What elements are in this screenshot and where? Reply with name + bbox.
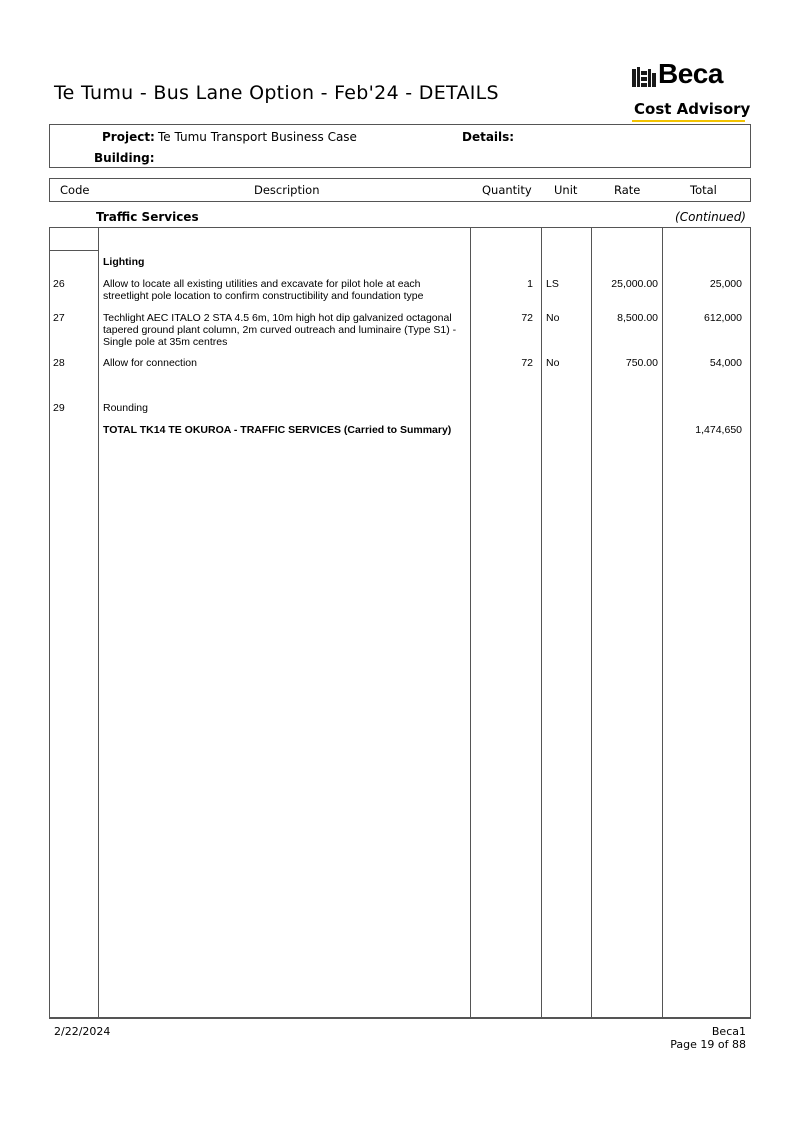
row-28-total: 54,000 — [709, 357, 742, 369]
row-28-rate: 750.00 — [625, 357, 658, 369]
header-code: Code — [60, 183, 90, 197]
logo-wordmark: Beca — [658, 58, 723, 89]
row-27-code: 27 — [53, 312, 65, 324]
total-row-description: TOTAL TK14 TE OKUROA - TRAFFIC SERVICES … — [103, 424, 452, 436]
total-row-total: 1,474,650 — [695, 424, 742, 436]
row-27-description: Techlight AEC ITALO 2 STA 4.5 6m, 10m hi… — [103, 312, 457, 348]
row-27-quantity: 72 — [521, 312, 533, 324]
column-divider-description — [470, 227, 471, 1019]
row-29-code: 29 — [53, 402, 65, 414]
row-28-unit: No — [546, 357, 560, 369]
section-heading: Traffic Services — [96, 210, 199, 224]
row-26-quantity: 1 — [527, 278, 533, 290]
header-total: Total — [690, 183, 717, 197]
footer-page-number: Page 19 of 88 — [670, 1038, 746, 1051]
row-28-quantity: 72 — [521, 357, 533, 369]
column-divider-rate — [662, 227, 663, 1019]
logo-subtitle: Cost Advisory — [634, 100, 751, 118]
footer-date: 2/22/2024 — [54, 1025, 111, 1038]
row-27-rate: 8,500.00 — [617, 312, 658, 324]
project-label: Project: — [102, 130, 155, 144]
row-29-description: Rounding — [103, 402, 148, 414]
page-title: Te Tumu - Bus Lane Option - Feb'24 - DET… — [54, 82, 499, 104]
row-28-description: Allow for connection — [103, 357, 197, 369]
row-26-code: 26 — [53, 278, 65, 290]
row-27-unit: No — [546, 312, 560, 324]
row-26-rate: 25,000.00 — [611, 278, 658, 290]
subheading-lighting: Lighting — [103, 256, 145, 268]
row-26-unit: LS — [546, 278, 559, 290]
continued-label: (Continued) — [675, 210, 746, 224]
column-divider-code — [98, 227, 99, 1019]
header-rate: Rate — [614, 183, 641, 197]
project-value: Te Tumu Transport Business Case — [158, 130, 357, 144]
row-27-total: 612,000 — [704, 312, 742, 324]
row-28-code: 28 — [53, 357, 65, 369]
logo-accent-line — [632, 120, 745, 122]
beca-logo: Beca Cost Advisory — [632, 58, 751, 122]
row-26-description: Allow to locate all existing utilities a… — [103, 278, 424, 302]
header-quantity: Quantity — [482, 183, 532, 197]
column-divider-quantity — [541, 227, 542, 1019]
row-separator — [49, 250, 99, 251]
table-bottom-rule — [49, 1017, 751, 1018]
header-unit: Unit — [554, 183, 578, 197]
table-header-box — [49, 178, 751, 202]
footer-company: Beca1 — [711, 1025, 746, 1038]
details-label: Details: — [462, 130, 515, 144]
header-description: Description — [254, 183, 320, 197]
row-26-total: 25,000 — [709, 278, 742, 290]
column-divider-unit — [591, 227, 592, 1019]
building-label: Building: — [94, 151, 155, 165]
beca-building-icon — [632, 67, 656, 87]
